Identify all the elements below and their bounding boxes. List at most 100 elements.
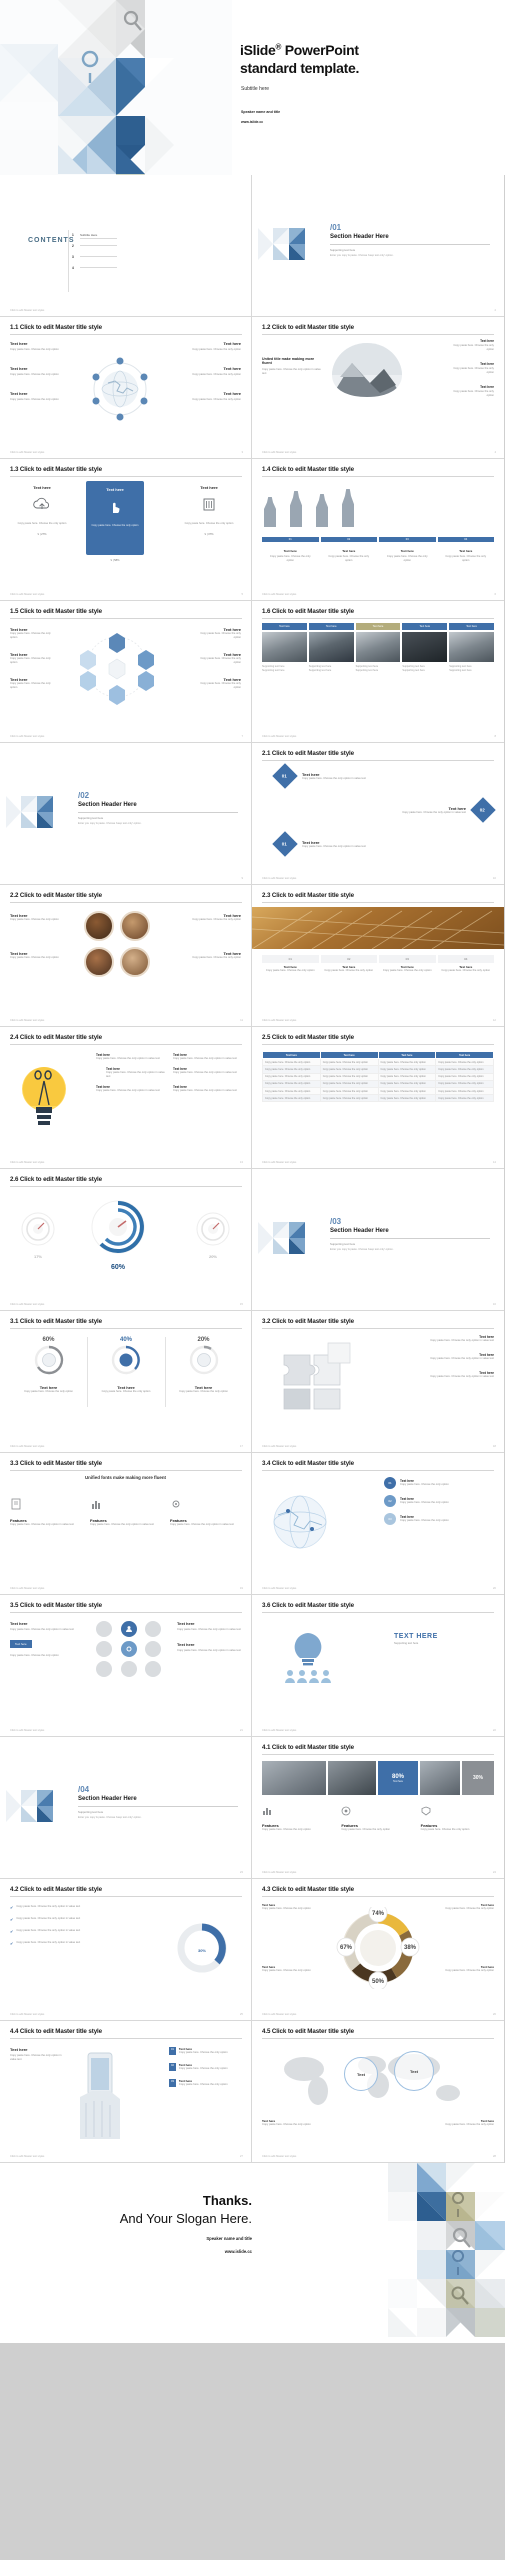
cell: Copy paste here. Choose the only option [377, 1079, 437, 1088]
slide-1-4[interactable]: 1.4 Click to edit Master title style 01 … [252, 459, 504, 601]
chevron-tab[interactable]: Text here [449, 623, 494, 630]
slide-3-2[interactable]: 3.2 Click to edit Master title style Tex… [252, 1311, 504, 1453]
block-body: Copy paste here. Choose the only option [200, 656, 241, 664]
table-row[interactable]: Copy paste here. Choose the only option C… [262, 1058, 494, 1067]
map-bubble[interactable]: Text [344, 2057, 378, 2091]
block-body: Copy paste here. Choose the only option … [177, 1628, 241, 1631]
data-table[interactable]: Text here Text here Text here Text here … [262, 1050, 494, 1103]
city-photo [355, 632, 401, 662]
table-row[interactable]: Copy paste here. Choose the only option C… [262, 1072, 494, 1081]
table-row[interactable]: Copy paste here. Choose the only option C… [262, 1065, 494, 1074]
end-mosaic-art [330, 2163, 505, 2343]
slide-section-02[interactable]: /02 Section Header Here Supporting text … [0, 743, 252, 885]
slide-3-1[interactable]: 3.1 Click to edit Master title style 60%… [0, 1311, 252, 1453]
status-badge[interactable]: 03 [379, 537, 436, 542]
numbered-row: 01 Text here Copy paste here. Choose the … [169, 2047, 241, 2055]
table-cell[interactable]: 01 [262, 955, 319, 963]
left-text-block: Text here Copy paste here. Choose the on… [10, 341, 62, 402]
feature-cell: Text here Copy paste here. Choose the onl… [96, 1085, 165, 1093]
status-badge[interactable]: 04 [437, 537, 494, 542]
node-text: Text here Copy paste here. Choose the onl… [400, 1497, 449, 1505]
slide-row-6: 2.2 Click to edit Master title style Tex… [0, 885, 505, 1027]
slide-1-1[interactable]: 1.1 Click to edit Master title style Tex… [0, 317, 252, 459]
cover-subtitle: Subtitle here [241, 86, 270, 92]
lead-body: Copy paste here. Choose the only option … [262, 368, 321, 375]
table-row[interactable]: Copy paste here. Choose the only option C… [262, 1086, 494, 1096]
slide-title: 2.3 Click to edit Master title style [262, 892, 354, 899]
chart-icon [92, 1501, 100, 1509]
slide-3-3[interactable]: 3.3 Click to edit Master title style Uni… [0, 1453, 252, 1595]
slide-2-5[interactable]: 2.5 Click to edit Master title style Tex… [252, 1027, 504, 1169]
slide-2-1[interactable]: 2.1 Click to edit Master title style 01 … [252, 743, 504, 885]
puzzle-pieces-icon [283, 1342, 351, 1410]
map-bubble[interactable]: Text [394, 2051, 434, 2091]
section-number: /01 [330, 223, 342, 232]
chevron-tab[interactable]: Text here [402, 623, 448, 630]
slide-cover[interactable]: iSlide® PowerPoint standard template. Su… [0, 0, 505, 175]
chevron-tab[interactable]: Text here [355, 623, 401, 630]
cell-caption: Text here Copy paste here. Choose the onl… [321, 965, 378, 973]
slide-section-01[interactable]: /01 Section Header Here Supporting text … [252, 175, 504, 317]
slide-4-4[interactable]: 4.4 Click to edit Master title style Tex… [0, 2021, 252, 2163]
slide-1-2[interactable]: 1.2 Click to edit Master title style Uni… [252, 317, 504, 459]
slide-section-04[interactable]: /04 Section Header Here Supporting text … [0, 1737, 252, 1879]
slide-2-4[interactable]: 2.4 Click to edit Master title style Tex… [0, 1027, 252, 1169]
circle-node [96, 1621, 112, 1637]
coffee-circles [84, 911, 150, 977]
slide-section-03[interactable]: /03 Section Header Here Supporting text … [252, 1169, 504, 1311]
list-item[interactable]: 4 [72, 266, 117, 277]
table-row[interactable]: Copy paste here. Choose the only option C… [262, 1094, 494, 1103]
status-badge[interactable]: 02 [320, 537, 377, 542]
cell: Copy paste here. Choose the only option [319, 1058, 379, 1067]
slide-3-6[interactable]: 3.6 Click to edit Master title style TEX… [252, 1595, 504, 1737]
slide-contents[interactable]: CONTENTS 1 Subtitle Here 2 3 4 Click to e… [0, 175, 252, 317]
slide-1-6[interactable]: 1.6 Click to edit Master title style Tex… [252, 601, 504, 743]
cell: Copy paste here. Choose the only option [377, 1065, 437, 1074]
page-number: 20 [492, 1586, 496, 1590]
check-icon: ✔ [10, 1941, 14, 1946]
feature-grid: Text here Copy paste here. Choose the onl… [96, 1053, 242, 1093]
slide-2-2[interactable]: 2.2 Click to edit Master title style Tex… [0, 885, 252, 1027]
list-item[interactable]: 2 [72, 244, 117, 255]
lead-block: United title make making more fluent Cop… [262, 357, 324, 376]
slide-2-3[interactable]: 2.3 Click to edit Master title style 01 … [252, 885, 504, 1027]
status-badge[interactable]: 01 [262, 537, 319, 542]
table-cell[interactable]: 03 [379, 955, 436, 963]
page-number: 21 [239, 1728, 243, 1732]
slide-1-5[interactable]: 1.5 Click to edit Master title style Tex… [0, 601, 252, 743]
chevron-tab[interactable]: Text here [262, 623, 307, 630]
slide-footer: Click to edit Master text styles [262, 2155, 297, 2158]
list-item[interactable]: 1 Subtitle Here [72, 233, 117, 244]
bullet-line: Supporting text here [402, 668, 425, 672]
table-row[interactable]: Copy paste here. Choose the only option C… [262, 1079, 494, 1088]
slide-3-4[interactable]: 3.4 Click to edit Master title style 01 … [252, 1453, 504, 1595]
slide-thanks[interactable]: Thanks. And Your Slogan Here. Speaker na… [0, 2163, 505, 2343]
cta-button[interactable]: Text here [10, 1639, 32, 1648]
slide-4-3[interactable]: 4.3 Click to edit Master title style Tex… [252, 1879, 504, 2021]
list-item[interactable]: 3 [72, 255, 117, 266]
slide-1-3[interactable]: 1.3 Click to edit Master title style Tex… [0, 459, 252, 601]
cover-speaker: Speaker name and title [241, 110, 281, 114]
left-bottom: Text here Copy paste here. Choose the on… [262, 1965, 316, 1973]
item-text: Text here Copy paste here. Choose the onl… [179, 2079, 228, 2087]
cover-title-line1: iSlide [240, 42, 276, 58]
table-cell[interactable]: 02 [320, 955, 377, 963]
column-center-highlight[interactable]: Text here Copy paste here. Choose the on… [86, 481, 144, 555]
cell-caption-row: Text here Copy paste here. Choose the onl… [262, 965, 494, 973]
title-rule [262, 334, 494, 335]
cell-caption: Text here Copy paste here. Choose the onl… [379, 965, 436, 973]
slide-3-5[interactable]: 3.5 Click to edit Master title style Tex… [0, 1595, 252, 1737]
slide-footer: Click to edit Master text styles [10, 1729, 45, 1732]
feature-cell: Features Copy paste here. Choose the onl… [421, 1803, 494, 1832]
chevron-tab[interactable]: Text here [308, 623, 354, 630]
column-body: Copy paste here. Choose the only option [91, 524, 139, 527]
slide-4-1[interactable]: 4.1 Click to edit Master title style 80%… [252, 1737, 504, 1879]
photo-row [262, 632, 494, 662]
slide-2-6[interactable]: 2.6 Click to edit Master title style 17% [0, 1169, 252, 1311]
slide-4-2[interactable]: 4.2 Click to edit Master title style ✔ Co… [0, 1879, 252, 2021]
page-number: 27 [239, 2154, 243, 2158]
bullet-line: Supporting text here [355, 668, 379, 672]
table-cell[interactable]: 04 [437, 955, 494, 963]
slide-title: 2.1 Click to edit Master title style [262, 750, 354, 757]
slide-4-5[interactable]: 4.5 Click to edit Master title style Tex… [252, 2021, 504, 2163]
